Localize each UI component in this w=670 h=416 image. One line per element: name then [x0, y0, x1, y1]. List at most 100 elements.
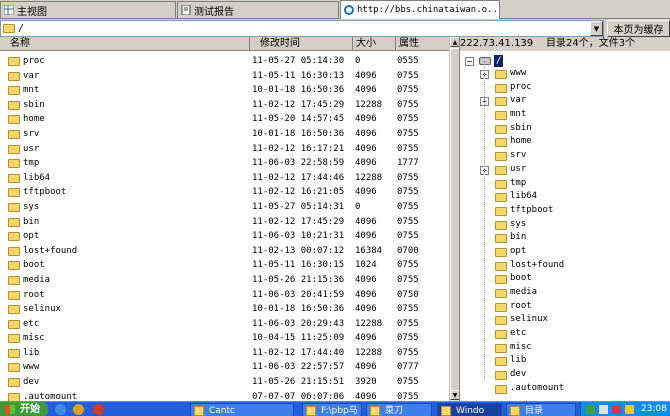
tree-node[interactable]: sbin — [460, 122, 670, 136]
tree-node[interactable]: media — [460, 286, 670, 300]
tree-node[interactable]: boot — [460, 272, 670, 286]
tree-node[interactable]: etc — [460, 327, 670, 341]
folder-icon — [495, 234, 507, 244]
tree-node[interactable]: lib — [460, 354, 670, 368]
system-tray: 23:08 — [580, 402, 670, 416]
path-dropdown-button[interactable]: ▼ — [590, 21, 603, 36]
folder-icon — [8, 319, 20, 329]
file-size: 4096 — [355, 231, 377, 242]
tree-node[interactable]: lib64 — [460, 190, 670, 204]
tree-node-label: misc — [510, 341, 532, 352]
file-row[interactable]: selinux 10-01-18 16:50:36 4096 0755 — [0, 302, 449, 317]
file-attr: 0755 — [397, 274, 419, 285]
folder-icon — [8, 173, 20, 183]
vertical-scrollbar[interactable]: ▲ ▼ — [449, 37, 459, 401]
file-attr: 0755 — [397, 128, 419, 139]
file-row[interactable]: dev 11-05-26 21:15:51 3920 0755 — [0, 375, 449, 390]
chrome-quicklaunch-icon[interactable] — [93, 404, 104, 415]
folder-quicklaunch-icon[interactable] — [73, 404, 84, 415]
start-button[interactable]: 开始 — [0, 402, 48, 416]
tree-node[interactable]: root — [460, 300, 670, 314]
file-row[interactable]: sys 11-05-27 05:14:31 0 0755 — [0, 200, 449, 215]
tree-node-label: bin — [510, 232, 527, 243]
tree-node[interactable]: .automount — [460, 382, 670, 396]
file-row[interactable]: boot 11-05-11 16:30:15 1024 0755 — [0, 258, 449, 273]
scroll-up-icon[interactable]: ▲ — [450, 37, 459, 47]
volume-icon[interactable] — [599, 405, 608, 414]
file-row[interactable]: www 11-06-03 22:57:57 4096 0777 — [0, 360, 449, 375]
file-row[interactable]: bin 11-02-12 17:45:29 4096 0755 — [0, 215, 449, 230]
file-row[interactable]: mnt 10-01-18 16:50:36 4096 0755 — [0, 83, 449, 98]
file-row[interactable]: opt 11-06-03 10:21:31 4096 0755 — [0, 229, 449, 244]
tree-node[interactable]: proc — [460, 81, 670, 95]
tree-node[interactable]: + usr — [460, 163, 670, 177]
taskbar-button[interactable]: Windo — [437, 403, 502, 416]
file-row[interactable]: tftpboot 11-02-12 16:21:05 4096 0755 — [0, 185, 449, 200]
file-name: etc — [23, 318, 40, 329]
tree-node[interactable]: tftpboot — [460, 204, 670, 218]
taskbar-button[interactable]: 菜刀 — [366, 403, 432, 416]
tree-root[interactable]: − / — [460, 54, 670, 67]
ie-quicklaunch-icon[interactable] — [55, 404, 66, 415]
cache-button[interactable]: 本页为缓存 — [607, 20, 670, 37]
column-modified[interactable]: 修改时间 — [250, 37, 353, 51]
file-row[interactable]: usr 11-02-12 16:17:21 4096 0755 — [0, 142, 449, 157]
path-input[interactable]: / — [0, 20, 604, 37]
taskbar-button[interactable]: Cantc — [190, 403, 294, 416]
path-value: / — [18, 23, 25, 34]
column-name[interactable]: 名称 — [0, 37, 250, 51]
file-row[interactable]: lib 11-02-12 17:44:40 12288 0755 — [0, 346, 449, 361]
column-attr[interactable]: 属性 — [396, 37, 449, 51]
file-row[interactable]: lost+found 11-02-13 00:07:12 16384 0700 — [0, 244, 449, 259]
tab-main-view[interactable]: 主视图 — [0, 1, 176, 18]
security-icon[interactable] — [612, 405, 621, 414]
app-tray-icon[interactable] — [625, 405, 634, 414]
taskbar-button[interactable]: 目录 — [506, 403, 576, 416]
tab-browser[interactable]: http://bbs.chinataiwan.o... — [340, 0, 500, 19]
file-name: root — [23, 289, 45, 300]
folder-icon — [495, 152, 507, 162]
file-row[interactable]: proc 11-05-27 05:14:30 0 0555 — [0, 54, 449, 69]
tree-root-label: / — [494, 55, 504, 67]
file-row[interactable]: misc 10-04-15 11:25:09 4096 0755 — [0, 331, 449, 346]
scroll-thumb[interactable] — [450, 48, 459, 392]
file-attr: 0755 — [397, 85, 419, 96]
tree-node[interactable]: + www — [460, 67, 670, 81]
file-row[interactable]: sbin 11-02-12 17:45:29 12288 0755 — [0, 98, 449, 113]
file-row[interactable]: etc 11-06-03 20:29:43 12288 0755 — [0, 317, 449, 332]
tree-node[interactable]: misc — [460, 341, 670, 355]
scroll-down-icon[interactable]: ▼ — [450, 390, 459, 400]
tree-node[interactable]: tmp — [460, 177, 670, 191]
tree-node[interactable]: lost+found — [460, 259, 670, 273]
tree-node[interactable]: mnt — [460, 108, 670, 122]
tree-node[interactable]: + var — [460, 94, 670, 108]
file-name: srv — [23, 128, 40, 139]
tree-node[interactable]: opt — [460, 245, 670, 259]
collapse-icon[interactable]: − — [465, 57, 474, 66]
taskbar-button[interactable]: F:\pbp马 — [302, 403, 362, 416]
folder-icon — [8, 86, 20, 96]
file-row[interactable]: var 11-05-11 16:30:13 4096 0755 — [0, 69, 449, 84]
tree-node[interactable]: sys — [460, 218, 670, 232]
tree-node[interactable]: srv — [460, 149, 670, 163]
file-row[interactable]: tmp 11-06-03 22:58:59 4096 1777 — [0, 156, 449, 171]
tree-node[interactable]: dev — [460, 368, 670, 382]
file-row[interactable]: root 11-06-03 20:41:59 4096 0750 — [0, 288, 449, 303]
file-row[interactable]: srv 10-01-18 16:50:36 4096 0755 — [0, 127, 449, 142]
folder-icon — [495, 179, 507, 189]
file-row[interactable]: lib64 11-02-12 17:44:46 12288 0755 — [0, 171, 449, 186]
column-size[interactable]: 大小 — [353, 37, 396, 51]
tree-node[interactable]: home — [460, 135, 670, 149]
file-name: sbin — [23, 99, 45, 110]
network-icon[interactable] — [586, 405, 595, 414]
file-row[interactable]: .automount 07-07-07 06:07:06 4096 0755 — [0, 390, 449, 401]
tree-node[interactable]: selinux — [460, 313, 670, 327]
file-attr: 0755 — [397, 172, 419, 183]
file-size: 3920 — [355, 377, 377, 388]
file-row[interactable]: home 11-05-20 14:57:45 4096 0755 — [0, 112, 449, 127]
drive-icon — [479, 57, 491, 65]
file-name: bin — [23, 216, 40, 227]
tree-node[interactable]: bin — [460, 231, 670, 245]
file-row[interactable]: media 11-05-26 21:15:36 4096 0755 — [0, 273, 449, 288]
tab-test-report[interactable]: 测试报告 — [177, 1, 339, 18]
